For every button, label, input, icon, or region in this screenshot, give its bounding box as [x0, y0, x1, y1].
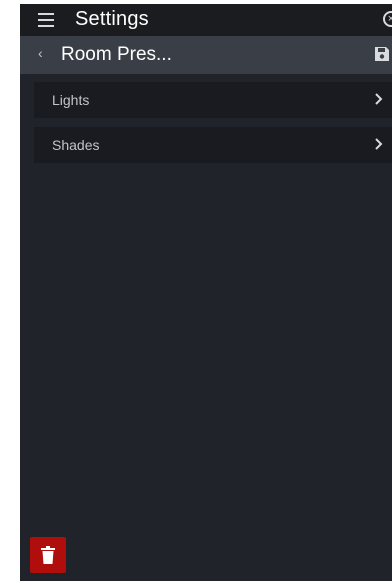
title-bar: Settings × [20, 4, 392, 36]
chevron-right-icon [375, 138, 383, 150]
back-chevron-icon[interactable]: ‹ [38, 45, 43, 61]
chevron-right-icon [375, 93, 383, 105]
subpage-title: Room Pres... [61, 44, 172, 65]
hamburger-menu-icon[interactable] [38, 13, 54, 27]
list-item-label: Shades [52, 137, 100, 153]
sub-header: ‹ Room Pres... [20, 36, 392, 74]
list-item-lights[interactable]: Lights [34, 82, 392, 118]
close-icon[interactable]: × [383, 11, 392, 27]
settings-panel: Settings × ‹ Room Pres... Lights Shades [20, 4, 392, 581]
page-title: Settings [75, 8, 149, 30]
delete-button[interactable] [30, 537, 66, 573]
list-item-label: Lights [52, 92, 90, 108]
settings-list: Lights Shades [34, 82, 392, 172]
trash-icon [41, 546, 55, 564]
save-icon[interactable] [374, 46, 390, 62]
list-item-shades[interactable]: Shades [34, 127, 392, 163]
